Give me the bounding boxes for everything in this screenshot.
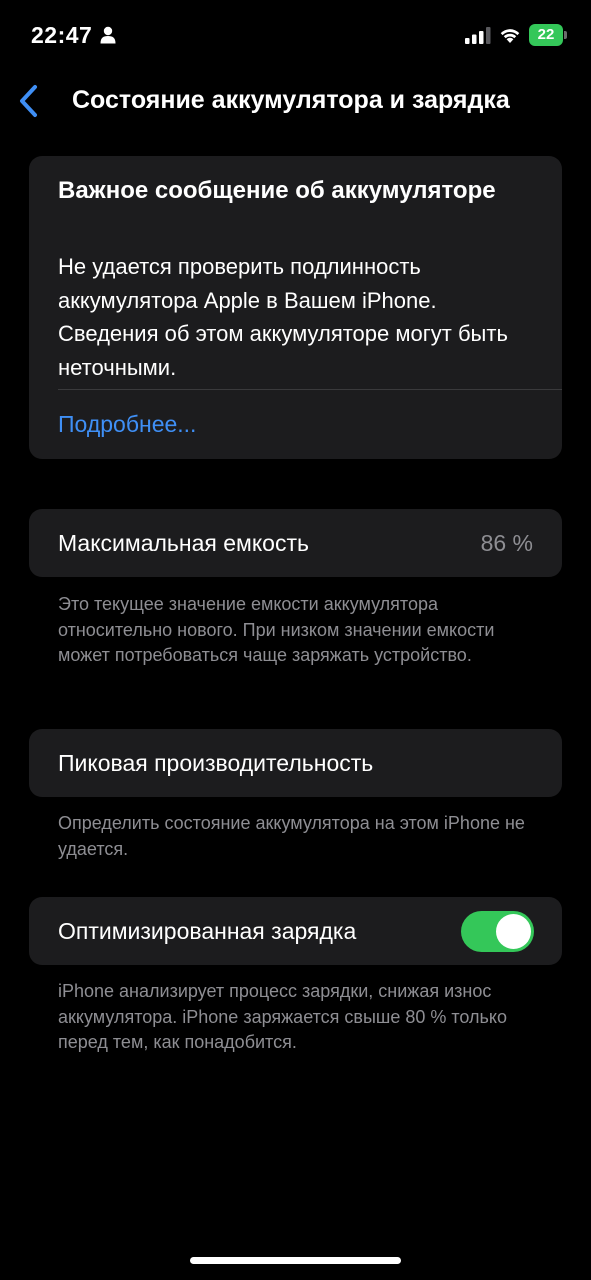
alert-title: Важное сообщение об аккумуляторе <box>58 177 496 204</box>
status-bar: 22:47 22 <box>0 0 591 70</box>
divider <box>58 389 562 390</box>
more-info-link[interactable]: Подробнее... <box>58 408 196 440</box>
chevron-left-icon[interactable] <box>16 84 42 118</box>
wifi-icon <box>500 29 520 43</box>
max-capacity-label: Максимальная емкость <box>58 530 309 556</box>
max-capacity-note: Это текущее значение емкости аккумулятор… <box>58 594 495 665</box>
cellular-signal-icon <box>465 27 491 44</box>
toggle-knob <box>496 914 531 949</box>
battery-level: 22 <box>537 26 555 43</box>
alert-body: Не удается проверить подлинность аккумул… <box>58 254 508 380</box>
optimized-charging-row: Оптимизированная зарядка <box>29 897 562 965</box>
home-indicator[interactable] <box>190 1257 401 1264</box>
optimized-charging-note: iPhone анализирует процесс зарядки, сниж… <box>58 981 507 1052</box>
battery-alert-card: Важное сообщение об аккумуляторе Не удае… <box>29 156 562 459</box>
max-capacity-row: Максимальная емкость 86 % <box>29 509 562 577</box>
peak-performance-label: Пиковая производительность <box>58 750 374 776</box>
status-time: 22:47 <box>31 22 93 48</box>
max-capacity-value: 86 % <box>480 530 533 556</box>
peak-performance-row: Пиковая производительность <box>29 729 562 797</box>
optimized-charging-label: Оптимизированная зарядка <box>58 918 357 944</box>
optimized-charging-toggle[interactable] <box>461 911 534 952</box>
person-icon <box>100 26 116 44</box>
peak-performance-note: Определить состояние аккумулятора на это… <box>58 813 525 859</box>
battery-icon: 22 <box>529 24 567 46</box>
page-title: Состояние аккумулятора и зарядка <box>72 86 510 114</box>
